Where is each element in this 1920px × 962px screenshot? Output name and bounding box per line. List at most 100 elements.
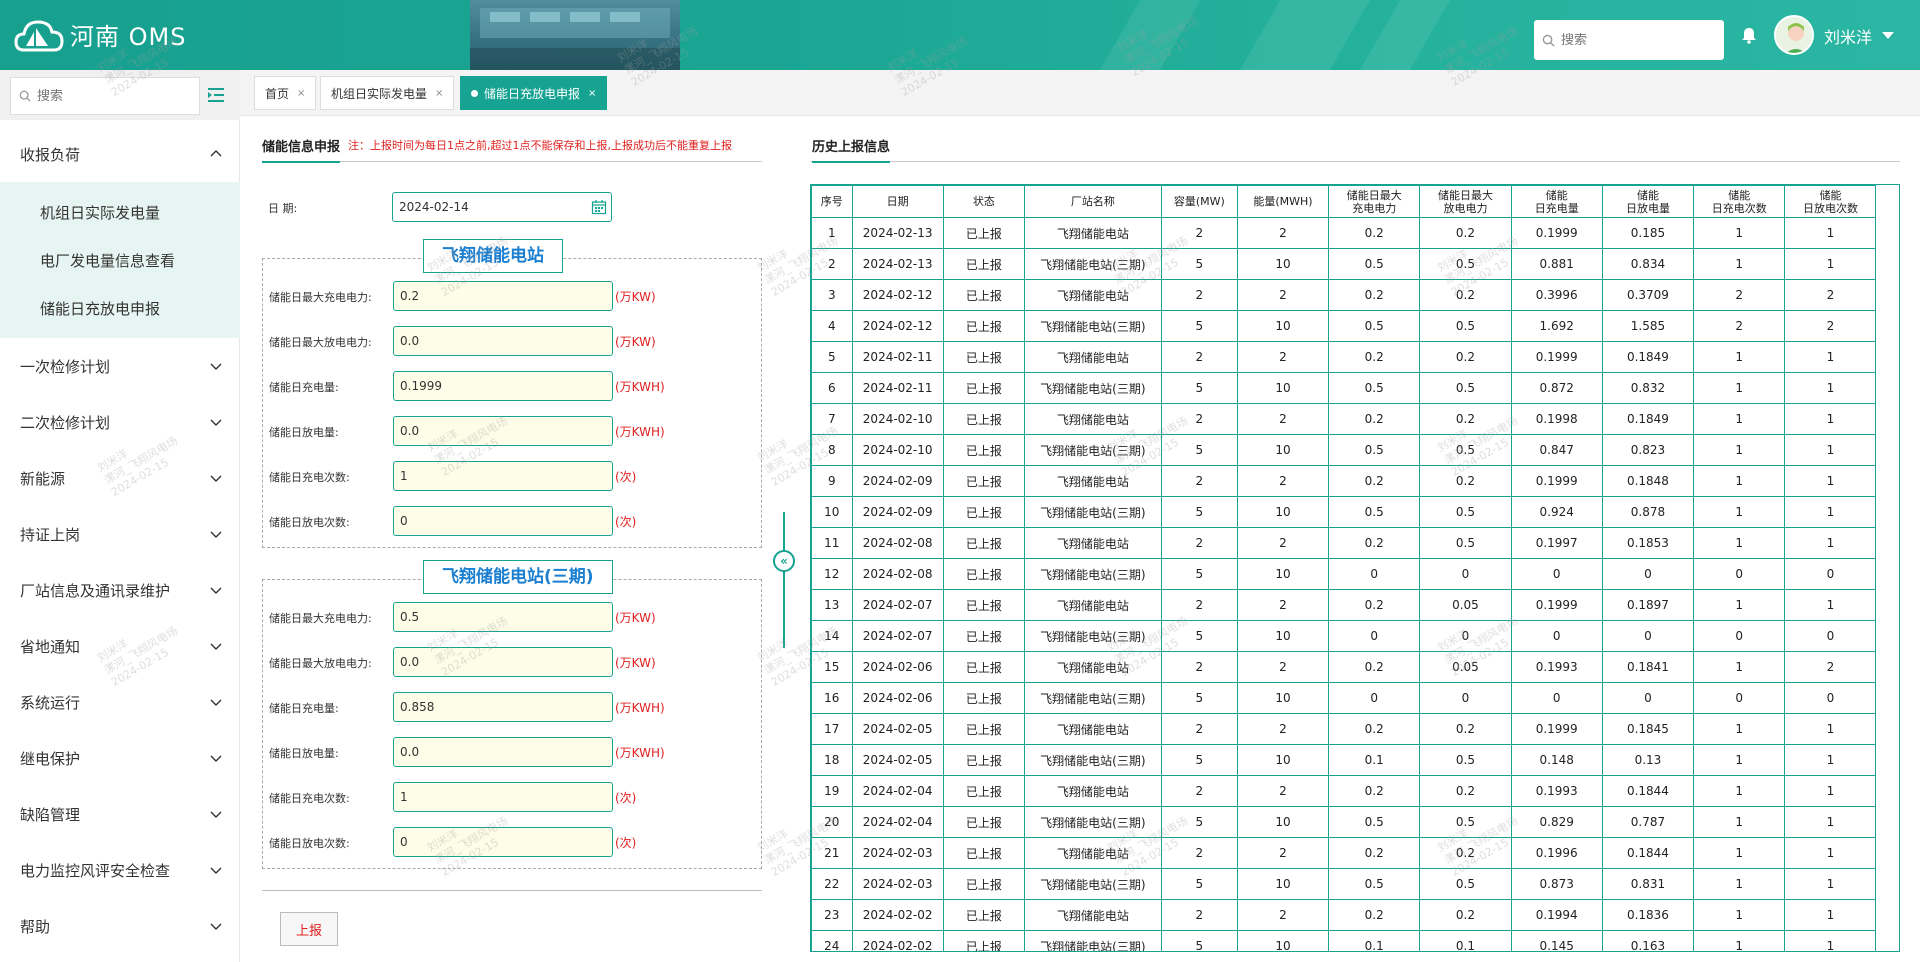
table-cell: 0.1841 (1601, 651, 1695, 683)
panel-splitter[interactable] (783, 512, 785, 648)
sidebar-menu-item[interactable]: 收报负荷 (0, 126, 240, 182)
chevron-down-icon (210, 475, 222, 482)
table-row[interactable]: 13 2024-02-07 已上报 飞翔储能电站 2 2 0.2 0.05 0.1999 0.18… (811, 589, 1899, 621)
sidebar-menu-item[interactable]: 省地通知 (0, 618, 240, 674)
close-icon[interactable]: × (435, 88, 443, 99)
close-icon[interactable]: × (588, 88, 596, 99)
close-icon[interactable]: × (297, 88, 305, 99)
form-field-row: 储能日放电量: 0.0 (万KWH) (263, 737, 763, 767)
table-cell: 1 (1693, 868, 1786, 900)
table-row[interactable]: 16 2024-02-06 已上报 飞翔储能电站(三期) 5 10 0 0 0 0 0 0 (811, 682, 1899, 714)
calendar-icon[interactable] (591, 199, 607, 215)
table-cell: 0.5 (1419, 868, 1512, 900)
table-cell: 23 (811, 899, 853, 931)
sidebar-menu-item[interactable]: 厂站信息及通讯录维护 (0, 562, 240, 618)
field-input[interactable]: 1 (393, 461, 613, 491)
table-row[interactable]: 1 2024-02-13 已上报 飞翔储能电站 2 2 0.2 0.2 0.1999 0.185 1… (811, 217, 1899, 249)
table-row[interactable]: 3 2024-02-12 已上报 飞翔储能电站 2 2 0.2 0.2 0.3996 0.3709… (811, 279, 1899, 311)
sidebar-menu-item[interactable]: 帮助 (0, 898, 240, 954)
sidebar-menu-item[interactable]: 缺陷管理 (0, 786, 240, 842)
table-row[interactable]: 14 2024-02-07 已上报 飞翔储能电站(三期) 5 10 0 0 0 0 0 0 (811, 620, 1899, 652)
global-search-box[interactable] (1534, 20, 1724, 60)
table-row[interactable]: 10 2024-02-09 已上报 飞翔储能电站(三期) 5 10 0.5 0.5 0.924 0… (811, 496, 1899, 528)
field-input[interactable]: 0.0 (393, 647, 613, 677)
sidebar-submenu-item[interactable]: 电厂发电量信息查看 (0, 236, 240, 284)
table-row[interactable]: 6 2024-02-11 已上报 飞翔储能电站(三期) 5 10 0.5 0.5 0.872 0.… (811, 372, 1899, 404)
field-input[interactable]: 0.0 (393, 416, 613, 446)
caret-down-icon[interactable] (1882, 32, 1894, 39)
tab-home[interactable]: 首页 × (254, 76, 317, 110)
table-row[interactable]: 21 2024-02-03 已上报 飞翔储能电站 2 2 0.2 0.2 0.1996 0.184… (811, 837, 1899, 869)
table-cell: 0 (1419, 620, 1512, 652)
table-row[interactable]: 2 2024-02-13 已上报 飞翔储能电站(三期) 5 10 0.5 0.5 0.881 0.… (811, 248, 1899, 280)
field-input[interactable]: 0 (393, 827, 613, 857)
table-row[interactable]: 18 2024-02-05 已上报 飞翔储能电站(三期) 5 10 0.1 0.5 0.148 0… (811, 744, 1899, 776)
table-cell: 2 (1236, 837, 1330, 869)
field-input[interactable]: 0.858 (393, 692, 613, 722)
table-cell: 1 (1693, 806, 1786, 838)
double-chevron-left-icon[interactable]: « (773, 550, 795, 572)
field-unit: (万KWH) (615, 701, 665, 715)
table-row[interactable]: 20 2024-02-04 已上报 飞翔储能电站(三期) 5 10 0.5 0.5 0.829 0… (811, 806, 1899, 838)
field-input[interactable]: 1 (393, 782, 613, 812)
submit-report-button[interactable]: 上报 (280, 912, 338, 946)
table-cell: 0.5 (1328, 434, 1421, 466)
field-input[interactable]: 0.0 (393, 326, 613, 356)
table-cell: 0 (1784, 558, 1877, 590)
sidebar-submenu-item[interactable]: 储能日充放电申报 (0, 284, 240, 332)
field-input[interactable]: 0.0 (393, 737, 613, 767)
sidebar-menu-item[interactable]: 二次检修计划 (0, 394, 240, 450)
vertical-scrollbar[interactable] (1875, 185, 1899, 951)
sidebar-menu-item[interactable]: 电力监控风评安全检查 (0, 842, 240, 898)
sidebar-search-box[interactable] (10, 77, 200, 115)
sidebar-search-input[interactable] (37, 88, 187, 104)
tab-unit-generation[interactable]: 机组日实际发电量 × (320, 76, 455, 110)
table-row[interactable]: 23 2024-02-02 已上报 飞翔储能电站 2 2 0.2 0.2 0.1994 0.183… (811, 899, 1899, 931)
sidebar-submenu-item[interactable]: 机组日实际发电量 (0, 188, 240, 236)
user-avatar[interactable] (1774, 15, 1814, 55)
table-row[interactable]: 7 2024-02-10 已上报 飞翔储能电站 2 2 0.2 0.2 0.1998 0.1849… (811, 403, 1899, 435)
table-row[interactable]: 8 2024-02-10 已上报 飞翔储能电站(三期) 5 10 0.5 0.5 0.847 0.… (811, 434, 1899, 466)
menu-collapse-icon[interactable] (206, 85, 226, 105)
table-cell: 0.1 (1328, 930, 1421, 951)
form-title: 储能信息申报 (262, 136, 341, 163)
field-input[interactable]: 0.2 (393, 281, 613, 311)
table-cell: 1 (1784, 496, 1877, 528)
date-picker-input[interactable]: 2024-02-14 (392, 192, 612, 222)
table-cell: 2 (1160, 527, 1238, 559)
bell-icon[interactable] (1740, 26, 1758, 44)
table-row[interactable]: 5 2024-02-11 已上报 飞翔储能电站 2 2 0.2 0.2 0.1999 0.1849… (811, 341, 1899, 373)
table-row[interactable]: 4 2024-02-12 已上报 飞翔储能电站(三期) 5 10 0.5 0.5 1.692 1.… (811, 310, 1899, 342)
field-unit: (万KW) (615, 290, 656, 304)
table-row[interactable]: 11 2024-02-08 已上报 飞翔储能电站 2 2 0.2 0.5 0.1997 0.185… (811, 527, 1899, 559)
global-search-input[interactable] (1561, 32, 1711, 48)
table-row[interactable]: 24 2024-02-02 已上报 飞翔储能电站(三期) 5 10 0.1 0.1 0.145 0… (811, 930, 1899, 951)
app-logo[interactable]: 河南 OMS (14, 12, 186, 56)
sidebar-menu-item[interactable]: 新能源 (0, 450, 240, 506)
table-cell: 已上报 (942, 465, 1025, 497)
table-row[interactable]: 17 2024-02-05 已上报 飞翔储能电站 2 2 0.2 0.2 0.1999 0.184… (811, 713, 1899, 745)
field-input[interactable]: 0.1999 (393, 371, 613, 401)
table-header-row: 序号 日期 状态 厂站名称 容量(MW) 能量(MWH) 储能日最大 充电电力 储能日最大 放… (811, 185, 1899, 218)
table-cell: 2 (1236, 775, 1330, 807)
table-cell: 飞翔储能电站 (1023, 651, 1162, 683)
tab-storage-report[interactable]: 储能日充放电申报 × (460, 76, 608, 110)
field-input[interactable]: 0 (393, 506, 613, 536)
sidebar-menu-item[interactable]: 系统运行 (0, 674, 240, 730)
sidebar-menu-item[interactable]: 一次检修计划 (0, 338, 240, 394)
table-row[interactable]: 22 2024-02-03 已上报 飞翔储能电站(三期) 5 10 0.5 0.5 0.873 0… (811, 868, 1899, 900)
table-cell: 2024-02-10 (851, 434, 944, 466)
menu-item-label: 继电保护 (20, 749, 81, 768)
username-label[interactable]: 刘米洋 (1824, 24, 1872, 48)
table-row[interactable]: 15 2024-02-06 已上报 飞翔储能电站 2 2 0.2 0.05 0.1993 0.18… (811, 651, 1899, 683)
history-table-container[interactable]: 序号 日期 状态 厂站名称 容量(MW) 能量(MWH) 储能日最大 充电电力 储能日最大 放… (810, 184, 1900, 952)
header-banner-image (470, 0, 680, 70)
table-row[interactable]: 12 2024-02-08 已上报 飞翔储能电站(三期) 5 10 0 0 0 0 0 0 (811, 558, 1899, 590)
table-column-header: 状态 (942, 185, 1025, 218)
sidebar-menu-item[interactable]: 持证上岗 (0, 506, 240, 562)
sidebar-menu-item[interactable]: 继电保护 (0, 730, 240, 786)
table-cell: 1 (1693, 465, 1786, 497)
table-row[interactable]: 9 2024-02-09 已上报 飞翔储能电站 2 2 0.2 0.2 0.1999 0.1848… (811, 465, 1899, 497)
table-row[interactable]: 19 2024-02-04 已上报 飞翔储能电站 2 2 0.2 0.2 0.1993 0.184… (811, 775, 1899, 807)
field-input[interactable]: 0.5 (393, 602, 613, 632)
